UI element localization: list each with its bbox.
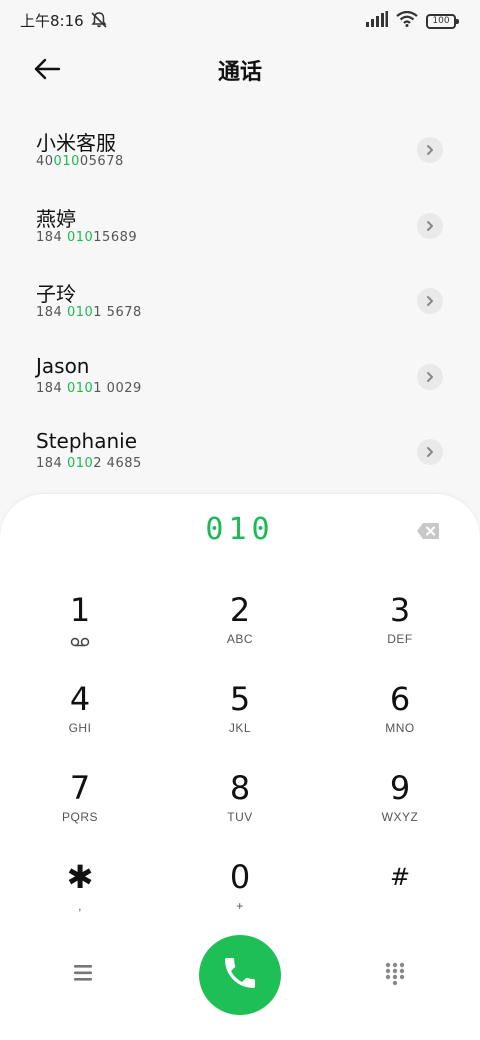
key-9[interactable]: 9 WXYZ (340, 768, 460, 848)
key-4[interactable]: 4 GHI (20, 679, 140, 759)
key-digit: 5 (229, 680, 251, 718)
number-match: 010 (66, 305, 94, 320)
chevron-right-icon[interactable] (417, 363, 443, 390)
status-right: 100 (366, 10, 459, 31)
contact-list: 小米客服 4001005678 燕婷 184 01015689 子玲 184 0… (0, 112, 480, 490)
key-5[interactable]: 5 JKL (180, 679, 300, 759)
key-6[interactable]: 6 MNO (340, 679, 460, 759)
key-digit: 7 (69, 769, 91, 807)
key-letters: PQRS (61, 810, 98, 824)
chevron-right-icon[interactable] (417, 439, 443, 465)
voicemail-icon (70, 636, 90, 650)
key-letters: JKL (228, 721, 252, 735)
menu-icon[interactable] (72, 962, 96, 984)
key-letters: ABC (226, 632, 254, 646)
key-digit: 9 (389, 769, 411, 807)
contact-number: 184 01015689 (36, 229, 138, 245)
number-match: 010 (66, 456, 94, 471)
key-star[interactable]: ✱ , (20, 857, 140, 937)
key-digit: 0 (229, 858, 251, 896)
contact-name: 小米客服 (36, 131, 116, 155)
key-hash[interactable]: # (340, 857, 460, 937)
contact-number: 4001005678 (36, 154, 124, 169)
key-3[interactable]: 3 DEF (340, 590, 460, 670)
contact-row[interactable]: 子玲 184 0101 5678 (0, 263, 480, 339)
key-letters: WXYZ (381, 810, 419, 824)
key-letters: DEF (387, 632, 413, 646)
key-letters: MNO (385, 721, 415, 735)
number-match: 010 (66, 229, 94, 245)
dial-input-display[interactable]: 010 (0, 512, 480, 547)
key-1[interactable]: 1 (20, 590, 140, 670)
contact-name: Jason (36, 353, 90, 378)
key-digit: 4 (69, 680, 91, 718)
key-digit: # (389, 863, 411, 891)
key-digit: ✱ (66, 858, 94, 896)
key-letters: GHI (68, 721, 92, 735)
contact-row[interactable]: 燕婷 184 01015689 (0, 188, 480, 264)
chevron-right-icon[interactable] (417, 212, 443, 239)
contact-row[interactable]: Stephanie 184 0102 4685 (0, 414, 480, 490)
call-button[interactable] (199, 935, 281, 1015)
dialpad-icon[interactable] (384, 962, 406, 986)
contact-number: 184 0102 4685 (36, 456, 142, 471)
key-digit: 1 (69, 591, 91, 629)
contact-row[interactable]: Jason 184 0101 0029 (0, 339, 480, 415)
key-letters: + (236, 899, 244, 913)
key-digit: 2 (229, 591, 251, 629)
contact-name: 子玲 (36, 282, 76, 306)
backspace-icon[interactable] (416, 522, 440, 540)
status-bar: 上午8:16 100 (0, 0, 480, 40)
key-letters: , (78, 899, 82, 913)
key-8[interactable]: 8 TUV (180, 768, 300, 848)
page-title: 通话 (217, 60, 262, 85)
key-2[interactable]: 2 ABC (180, 590, 300, 670)
number-match: 010 (53, 154, 80, 169)
contact-name: Stephanie (36, 429, 138, 453)
bottom-action-bar (0, 934, 480, 1016)
key-digit: 6 (389, 680, 411, 718)
header: 通话 (0, 40, 480, 100)
wifi-icon (396, 10, 418, 31)
key-7[interactable]: 7 PQRS (20, 768, 140, 848)
contact-number: 184 0101 0029 (36, 380, 142, 396)
number-match: 010 (66, 380, 94, 396)
phone-icon (220, 953, 260, 997)
chevron-right-icon[interactable] (417, 288, 443, 314)
key-digit: 3 (389, 591, 411, 629)
status-time: 上午8:16 (20, 11, 84, 30)
contact-number: 184 0101 5678 (36, 305, 142, 320)
chevron-right-icon[interactable] (417, 137, 443, 163)
signal-icon (366, 11, 388, 31)
key-0[interactable]: 0 + (180, 857, 300, 937)
battery-indicator: 100 (426, 13, 459, 29)
contact-row[interactable]: 小米客服 4001005678 (0, 112, 480, 188)
key-digit: 8 (229, 769, 251, 807)
contact-name: 燕婷 (36, 206, 76, 231)
key-letters: TUV (227, 810, 253, 824)
bell-muted-icon (90, 11, 108, 29)
